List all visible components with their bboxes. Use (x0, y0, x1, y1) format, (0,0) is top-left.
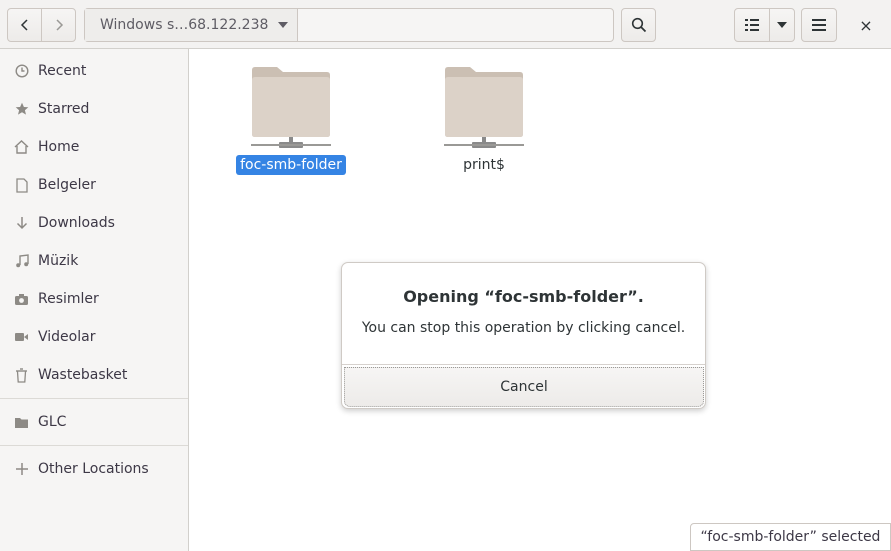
trash-icon (13, 367, 30, 384)
sidebar-item-label: Other Locations (38, 461, 149, 477)
view-options-button[interactable] (769, 8, 795, 42)
sidebar-item-starred[interactable]: Starred (0, 90, 188, 128)
folder-name: print$ (463, 157, 505, 173)
sidebar-item-label: Belgeler (38, 177, 96, 193)
sidebar-item-label: GLC (38, 414, 67, 430)
sidebar-item-wastebasket[interactable]: Wastebasket (0, 356, 188, 394)
back-button[interactable] (7, 8, 42, 42)
folder-item[interactable]: print$ (424, 66, 544, 175)
chevron-left-icon (20, 19, 28, 31)
sidebar-item-downloads[interactable]: Downloads (0, 204, 188, 242)
sidebar-item-label: Recent (38, 63, 87, 79)
path-bar: Windows s…68.122.238 (84, 8, 614, 42)
camera-icon (13, 291, 30, 308)
sidebar-item-belgeler[interactable]: Belgeler (0, 166, 188, 204)
network-folder-icon (444, 66, 524, 151)
folder-name: foc-smb-folder (236, 155, 346, 175)
folder-item[interactable]: foc-smb-folder (231, 66, 351, 175)
sidebar-separator (0, 398, 188, 399)
list-view-icon (745, 19, 759, 31)
hamburger-menu-icon (812, 19, 826, 31)
sidebar-item-label: Home (38, 139, 80, 155)
document-icon (13, 177, 30, 194)
header-bar: Windows s…68.122.238 × (0, 0, 891, 49)
plus-icon (13, 461, 30, 478)
sidebar-item-label: Videolar (38, 329, 96, 345)
sidebar-item-videolar[interactable]: Videolar (0, 318, 188, 356)
sidebar-item-label: Resimler (38, 291, 99, 307)
sidebar-item-home[interactable]: Home (0, 128, 188, 166)
dialog-message: You can stop this operation by clicking … (361, 320, 686, 336)
sidebar-item-label: Starred (38, 101, 90, 117)
home-icon (13, 139, 30, 156)
sidebar: Recent Starred Home Belgeler Downloads M… (0, 49, 189, 551)
search-icon (631, 17, 646, 33)
dialog-separator (342, 364, 705, 365)
chevron-right-icon (55, 19, 63, 31)
list-view-button[interactable] (734, 8, 770, 42)
path-segment-server[interactable]: Windows s…68.122.238 (85, 9, 298, 41)
chevron-down-icon (777, 22, 787, 28)
clock-icon (13, 63, 30, 80)
music-icon (13, 253, 30, 270)
sidebar-item-other-locations[interactable]: Other Locations (0, 450, 188, 488)
sidebar-item-label: Downloads (38, 215, 115, 231)
sidebar-separator (0, 445, 188, 446)
selection-status: “foc-smb-folder” selected (690, 523, 891, 551)
path-segment-label: Windows s…68.122.238 (100, 17, 269, 33)
folder-icon (13, 414, 30, 431)
forward-button[interactable] (41, 8, 76, 42)
main-menu-button[interactable] (801, 8, 837, 42)
chevron-down-icon (269, 21, 297, 29)
cancel-button[interactable]: Cancel (344, 367, 704, 407)
close-icon: × (859, 15, 873, 35)
video-icon (13, 329, 30, 346)
sidebar-item-label: Müzik (38, 253, 79, 269)
sidebar-item-label: Wastebasket (38, 367, 128, 383)
window-close-button[interactable]: × (853, 14, 879, 36)
sidebar-item-resimler[interactable]: Resimler (0, 280, 188, 318)
sidebar-item-recent[interactable]: Recent (0, 52, 188, 90)
network-folder-icon (251, 66, 331, 151)
sidebar-item-glc[interactable]: GLC (0, 403, 188, 441)
arrow-down-icon (13, 215, 30, 232)
sidebar-item-muzik[interactable]: Müzik (0, 242, 188, 280)
opening-dialog: Opening “foc-smb-folder”. You can stop t… (341, 262, 706, 409)
dialog-title: Opening “foc-smb-folder”. (403, 287, 644, 306)
star-icon (13, 101, 30, 118)
search-button[interactable] (621, 8, 656, 42)
